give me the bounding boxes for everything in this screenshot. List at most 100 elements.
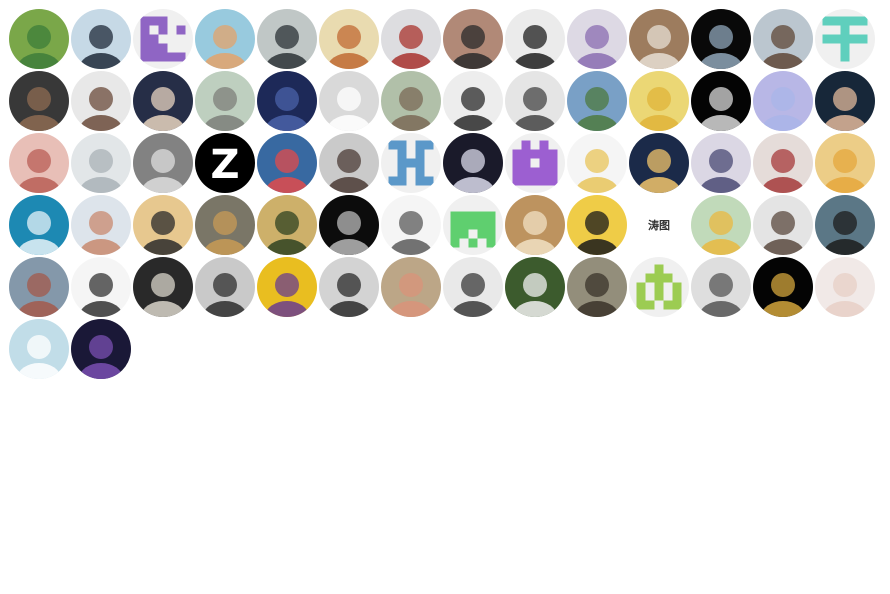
person-glasses-dark-avatar (815, 71, 875, 131)
contributor-avatar[interactable]: 涛图 (629, 195, 689, 255)
contributor-avatar[interactable] (691, 71, 751, 131)
anime-gray-hair-avatar (319, 195, 379, 255)
contributor-avatar[interactable] (815, 71, 875, 131)
contributor-avatar[interactable] (9, 133, 69, 193)
avatar-glyph: Z (210, 142, 239, 188)
contributor-avatar[interactable] (381, 71, 441, 131)
contributor-avatar[interactable] (691, 195, 751, 255)
contributor-avatar[interactable] (505, 133, 565, 193)
contributor-avatar[interactable] (691, 9, 751, 69)
contributor-avatar[interactable] (257, 257, 317, 317)
contributor-avatar[interactable] (381, 9, 441, 69)
panda-cartoon-avatar (319, 71, 379, 131)
contributor-avatar[interactable]: Z (195, 133, 255, 193)
ink-drawing-avatar (691, 257, 751, 317)
lavender-sky-avatar (753, 71, 813, 131)
contributor-avatar[interactable] (753, 71, 813, 131)
contributor-avatar[interactable] (815, 257, 875, 317)
anime-red-robe-avatar (753, 133, 813, 193)
person-bald-avatar (319, 257, 379, 317)
contributor-avatar[interactable] (71, 195, 131, 255)
contributor-avatar[interactable] (71, 9, 131, 69)
contributor-avatar[interactable] (133, 257, 193, 317)
contributor-avatar[interactable] (71, 133, 131, 193)
contributor-avatar[interactable] (567, 257, 627, 317)
contributor-avatar[interactable] (505, 71, 565, 131)
manga-boy-avatar (195, 257, 255, 317)
anime-android-avatar (133, 257, 193, 317)
contributor-avatar[interactable] (133, 71, 193, 131)
people-group-avatar (381, 71, 441, 131)
contributor-avatar[interactable] (133, 195, 193, 255)
manga-sketch-avatar (505, 71, 565, 131)
contributor-avatar[interactable] (753, 9, 813, 69)
contributor-avatar[interactable] (381, 133, 441, 193)
contributor-avatar[interactable] (9, 195, 69, 255)
contributor-avatar[interactable] (691, 257, 751, 317)
anime-girl-avatar (9, 133, 69, 193)
anime-dark-hair-avatar (691, 133, 751, 193)
contributor-avatar[interactable] (567, 195, 627, 255)
contributor-avatar[interactable] (71, 319, 131, 379)
contributor-avatar[interactable] (629, 257, 689, 317)
contributor-avatar[interactable] (443, 257, 503, 317)
anime-white-hair-avatar (71, 133, 131, 193)
contributor-avatar[interactable] (319, 257, 379, 317)
contributor-avatar[interactable] (133, 133, 193, 193)
contributor-avatar[interactable] (443, 71, 503, 131)
contributor-avatar[interactable] (71, 71, 131, 131)
contributor-avatar[interactable] (753, 195, 813, 255)
contributor-avatar[interactable] (9, 319, 69, 379)
contributor-avatar[interactable] (567, 133, 627, 193)
contributor-avatar[interactable] (257, 133, 317, 193)
contributor-avatar[interactable] (9, 71, 69, 131)
person-portrait-avatar (753, 9, 813, 69)
contributor-avatar[interactable] (691, 133, 751, 193)
person-blue-shirt-avatar (381, 257, 441, 317)
contributor-avatar[interactable] (443, 9, 503, 69)
contributor-avatar[interactable] (195, 9, 255, 69)
contributor-avatar[interactable] (815, 133, 875, 193)
contributor-avatar[interactable] (567, 9, 627, 69)
contributor-avatar[interactable] (9, 257, 69, 317)
person-beard-light-avatar (71, 71, 131, 131)
contributor-avatar[interactable] (381, 257, 441, 317)
contributor-avatar[interactable] (133, 9, 193, 69)
person-rocks-avatar (9, 71, 69, 131)
contributor-avatar[interactable] (71, 257, 131, 317)
contributor-avatar[interactable] (257, 9, 317, 69)
contributor-avatar[interactable] (753, 257, 813, 317)
contributor-avatar[interactable] (257, 195, 317, 255)
contributor-avatar[interactable] (629, 71, 689, 131)
anime-detective-avatar (133, 71, 193, 131)
contributor-avatar[interactable] (815, 9, 875, 69)
contributor-avatar[interactable] (319, 133, 379, 193)
dog-desk-avatar (629, 9, 689, 69)
contributor-avatar[interactable] (629, 133, 689, 193)
contributor-avatar[interactable] (443, 195, 503, 255)
contributor-avatar[interactable] (195, 257, 255, 317)
contributor-avatar[interactable] (195, 195, 255, 255)
dark-scene-avatar (443, 133, 503, 193)
contributor-avatar[interactable] (319, 195, 379, 255)
contributor-avatar[interactable] (257, 71, 317, 131)
contributor-avatar[interactable] (567, 71, 627, 131)
contributor-avatar[interactable] (195, 71, 255, 131)
cartoon-king-avatar (691, 195, 751, 255)
contributor-avatar[interactable] (629, 9, 689, 69)
contributor-avatar[interactable] (505, 195, 565, 255)
contributor-avatar[interactable] (753, 133, 813, 193)
contributor-avatar[interactable] (319, 71, 379, 131)
tree-sunset-avatar (257, 195, 317, 255)
gold-logo-avatar (753, 257, 813, 317)
contributor-avatar[interactable] (505, 9, 565, 69)
contributor-avatar[interactable] (505, 257, 565, 317)
contributor-avatar[interactable] (319, 9, 379, 69)
contributor-avatar[interactable] (381, 195, 441, 255)
contributor-avatar[interactable] (9, 9, 69, 69)
anime-smile-avatar (319, 9, 379, 69)
contributor-avatar[interactable] (815, 195, 875, 255)
cartoon-glasses-avatar (567, 195, 627, 255)
identicon-avatar (822, 16, 868, 62)
contributor-avatar[interactable] (443, 133, 503, 193)
